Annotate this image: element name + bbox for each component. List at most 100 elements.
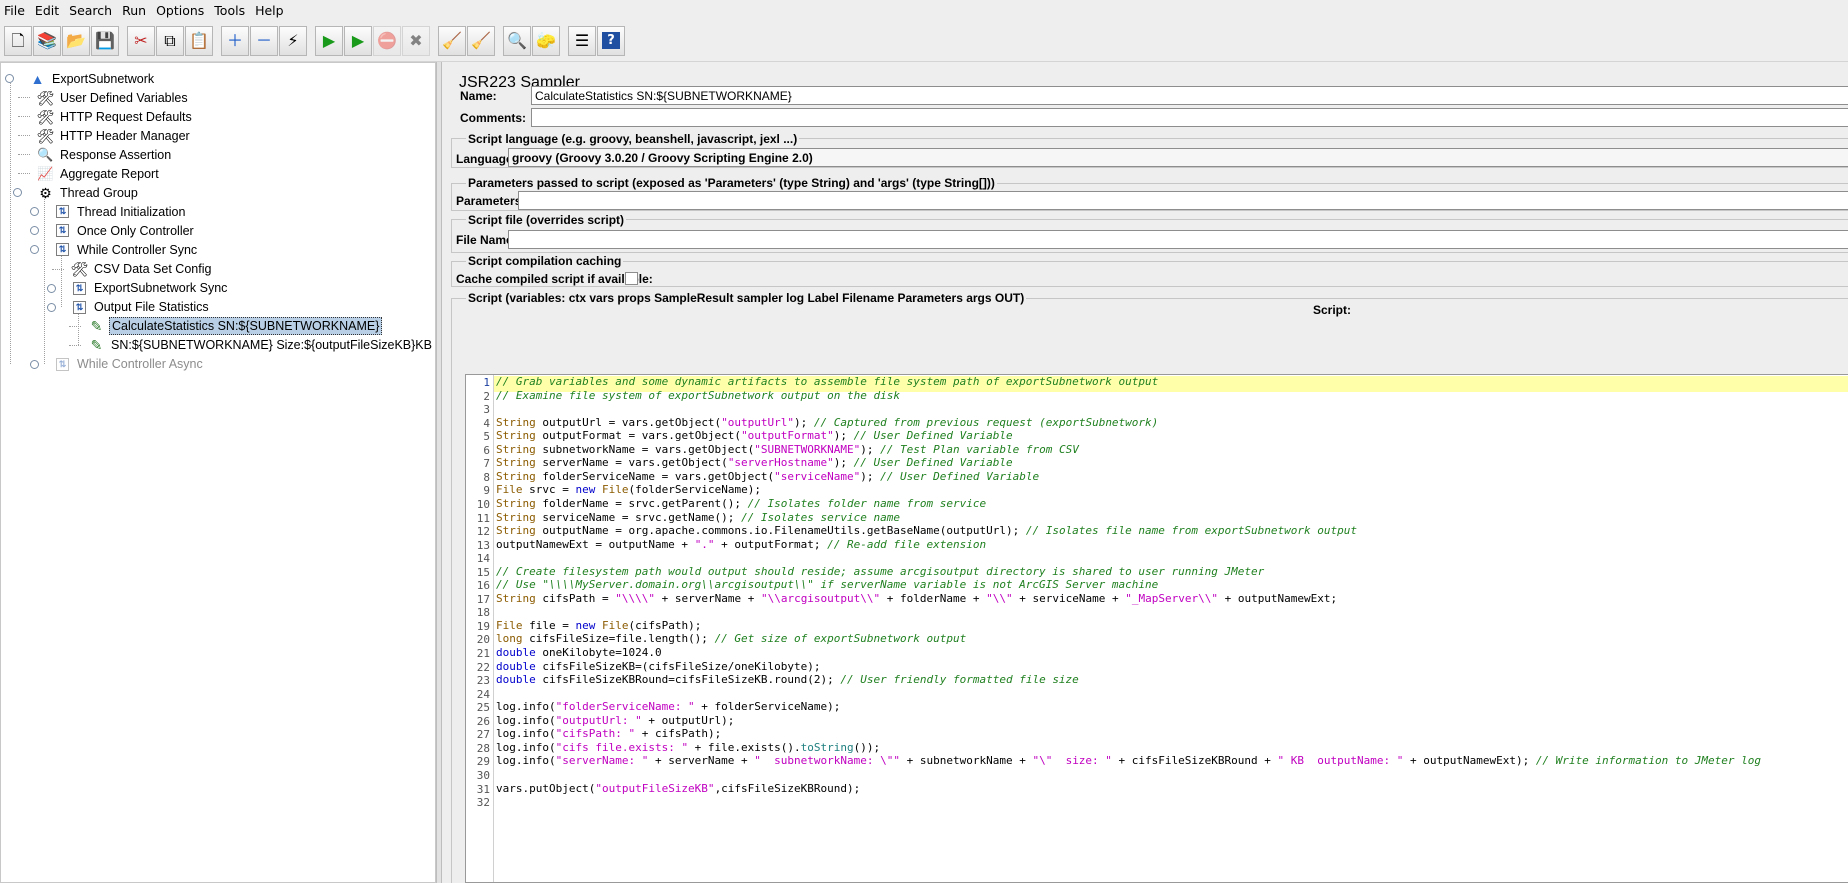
menu-file[interactable]: File	[4, 3, 25, 18]
start-button[interactable]: ▶	[315, 25, 343, 56]
tree-toggle-icon[interactable]	[30, 245, 39, 255]
menu-bar: File Edit Search Run Options Tools Help	[0, 0, 1848, 20]
line-number: 16	[476, 579, 490, 593]
function-helper-button[interactable]: ☰	[568, 25, 596, 56]
collapse-button[interactable]: －	[250, 25, 278, 56]
line-number: 22	[476, 660, 490, 674]
tree-node-label: HTTP Request Defaults	[60, 109, 192, 124]
line-number: 31	[476, 782, 490, 796]
file-name-field[interactable]	[508, 230, 1848, 249]
new-button[interactable]: 🗋	[4, 25, 32, 56]
menu-tools[interactable]: Tools	[214, 3, 245, 18]
clear-all-button[interactable]: 🧹	[467, 25, 495, 56]
tree-toggle-icon[interactable]	[30, 207, 39, 217]
tree-connector	[18, 135, 30, 137]
tree-toggle-icon[interactable]	[47, 283, 56, 293]
menu-run[interactable]: Run	[122, 3, 146, 18]
copy-button[interactable]: ⧉	[156, 25, 184, 56]
shutdown-button[interactable]: ✖	[402, 25, 430, 56]
tree-node[interactable]: ▲ ExportSubnetwork	[29, 69, 156, 88]
tree-connector	[18, 154, 30, 156]
tree-node[interactable]: ⇅ While Controller Sync	[54, 240, 199, 259]
toggle-button[interactable]: ⚡	[279, 25, 307, 56]
tree-toggle-icon[interactable]	[30, 359, 39, 369]
menu-edit[interactable]: Edit	[35, 3, 59, 18]
script-editor[interactable]: 1 2 3 4 5 6 7 8 9 10 11 12 13 14 15 16 17 18 19 20 21 22 23 24 2…	[465, 374, 1848, 883]
collapse-icon: －	[255, 30, 272, 50]
cache-checkbox[interactable]	[625, 272, 638, 285]
function-helper-icon: ☰	[574, 30, 590, 50]
tree-node-label: CSV Data Set Config	[94, 262, 212, 276]
menu-help[interactable]: Help	[255, 3, 284, 18]
tree-node[interactable]: 🛠 CSV Data Set Config	[71, 260, 213, 279]
tree-toggle-icon[interactable]	[47, 302, 56, 312]
code-line[interactable]: vars.putObject("outputFileSizeKB",cifsFi…	[496, 781, 860, 797]
expand-button[interactable]: ＋	[221, 25, 249, 56]
code-line[interactable]: // Examine file system of exportSubnetwo…	[496, 388, 900, 404]
config-icon: 🛠	[36, 127, 55, 144]
tree-toggle-icon[interactable]	[13, 188, 22, 198]
tree-node[interactable]: ⇅ Once Only Controller	[54, 221, 196, 240]
tree-node[interactable]: ⇅ While Controller Async	[54, 355, 205, 374]
tree-toggle-icon[interactable]	[5, 74, 14, 83]
tree-toggle-icon[interactable]	[30, 226, 39, 236]
save-button[interactable]: 💾	[91, 25, 119, 56]
tree-node[interactable]: 🛠 HTTP Header Manager	[37, 126, 192, 145]
tree-node[interactable]: ⇅ ExportSubnetwork Sync	[71, 279, 229, 298]
parameters-field[interactable]	[518, 191, 1848, 210]
line-number: 23	[476, 674, 490, 688]
reset-search-button[interactable]: 🧽	[532, 25, 560, 56]
assertion-icon: 🔍	[37, 147, 54, 163]
search-button[interactable]: 🔍	[503, 25, 531, 56]
help-button[interactable]: ?	[597, 25, 625, 56]
tree-node[interactable]: ⚙ Thread Group	[37, 183, 140, 202]
tree-node[interactable]: 📈 Aggregate Report	[37, 164, 161, 183]
name-field[interactable]: CalculateStatistics SN:${SUBNETWORKNAME}	[531, 86, 1848, 105]
line-number: 21	[476, 647, 490, 660]
thread-group-icon: ⚙	[39, 184, 52, 201]
line-number: 26	[476, 714, 490, 728]
pane-splitter[interactable]	[436, 62, 442, 883]
reset-search-icon: 🧽	[536, 30, 556, 50]
test-plan-tree[interactable]: ▲ ExportSubnetwork 🛠 User Defined Variables…	[0, 62, 436, 883]
menu-options[interactable]: Options	[156, 3, 204, 18]
menu-search[interactable]: Search	[69, 3, 112, 18]
controller-icon: ⇅	[54, 242, 71, 258]
tree-node[interactable]: ⇅ Thread Initialization	[54, 202, 187, 221]
code-line[interactable]: log.info("serverName: " + serverName + "…	[496, 753, 1761, 769]
line-number: 6	[483, 443, 490, 457]
controller-icon: ⇅	[54, 223, 71, 239]
clear-button[interactable]: 🧹	[438, 25, 466, 56]
tree-node-label: ExportSubnetwork	[52, 71, 155, 86]
language-select[interactable]: groovy (Groovy 3.0.20 / Groovy Scripting…	[508, 148, 1848, 167]
templates-icon: 📚	[37, 30, 57, 50]
tree-node[interactable]: 🛠 User Defined Variables	[37, 88, 190, 107]
line-number: 14	[476, 552, 490, 566]
templates-button[interactable]: 📚	[33, 25, 61, 56]
tree-node[interactable]: ✎ CalculateStatistics SN:${SUBNETWORKNAME…	[88, 317, 383, 336]
line-number: 11	[476, 511, 490, 525]
tree-node[interactable]: ⇅ Output File Statistics	[71, 298, 211, 317]
tree-connector	[18, 97, 30, 99]
line-number-gutter: 1 2 3 4 5 6 7 8 9 10 11 12 13 14 15 16 17 18 19 20 21 22 23 24 2…	[466, 375, 494, 882]
cut-button[interactable]: ✂	[127, 25, 155, 56]
stop-button[interactable]: ⛔	[373, 25, 401, 56]
tree-node-label: Once Only Controller	[77, 223, 194, 238]
tree-connector	[69, 325, 81, 327]
start-no-pauses-button[interactable]: ▶	[344, 25, 372, 56]
comments-field[interactable]	[531, 108, 1848, 127]
code-line[interactable]: double cifsFileSizeKBRound=cifsFileSizeK…	[496, 672, 1079, 688]
copy-icon: ⧉	[164, 30, 176, 50]
tree-node[interactable]: 🔍 Response Assertion	[37, 145, 173, 164]
open-button[interactable]: 📂	[62, 25, 90, 56]
tree-node[interactable]: 🛠 HTTP Request Defaults	[37, 107, 194, 126]
code-line[interactable]: String cifsPath = "\\\\" + serverName + …	[496, 591, 1337, 607]
line-number: 2	[483, 389, 490, 403]
parameters-title: Parameters passed to script (exposed as …	[466, 176, 997, 190]
cache-label: Cache compiled script if available:	[456, 272, 653, 286]
paste-button[interactable]: 📋	[185, 25, 213, 56]
tree-node-label: Aggregate Report	[60, 166, 159, 181]
code-line[interactable]: outputNamewExt = outputName + "." + outp…	[496, 537, 986, 553]
tree-node[interactable]: ✎ SN:${SUBNETWORKNAME} Size:${outputFileS…	[88, 336, 434, 355]
config-icon: 🛠	[36, 89, 55, 106]
